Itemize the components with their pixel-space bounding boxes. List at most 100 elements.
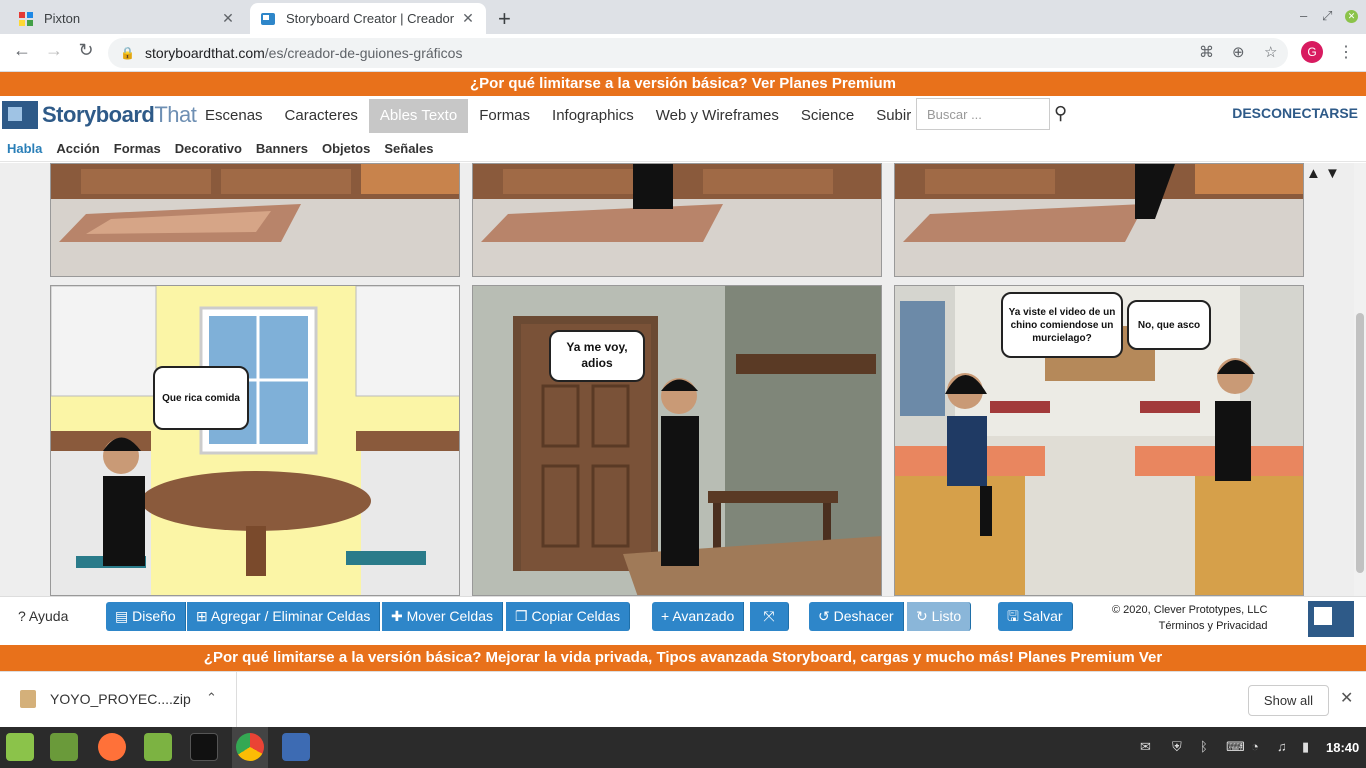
layout-icon: ▤ bbox=[115, 608, 129, 624]
move-cells-button[interactable]: ✚ Mover Celdas bbox=[382, 602, 503, 631]
profile-avatar[interactable]: G bbox=[1301, 41, 1323, 63]
subnav-decorativo[interactable]: Decorativo bbox=[175, 141, 242, 156]
teams-icon[interactable]: ✉ bbox=[1140, 739, 1151, 755]
nav-formas[interactable]: Formas bbox=[468, 99, 541, 133]
nav-escenas[interactable]: Escenas bbox=[194, 99, 274, 133]
show-desktop-icon[interactable] bbox=[50, 733, 78, 761]
browser-menu-icon[interactable]: ⋮ bbox=[1338, 42, 1354, 62]
storyboardthat-small-logo bbox=[1308, 601, 1354, 637]
divider bbox=[236, 672, 237, 728]
tab-close-icon[interactable]: ✕ bbox=[460, 10, 476, 27]
add-remove-cells-button[interactable]: ⊞ Agregar / Eliminar Celdas bbox=[187, 602, 381, 631]
search-icon[interactable]: ⚲ bbox=[1054, 103, 1067, 124]
nav-web-wireframes[interactable]: Web y Wireframes bbox=[645, 99, 790, 133]
speech-bubble[interactable]: No, que asco bbox=[1127, 300, 1211, 350]
logo-mark-icon bbox=[2, 101, 38, 129]
plus-icon: + bbox=[661, 608, 670, 624]
scrollbar-thumb[interactable] bbox=[1356, 313, 1364, 573]
wifi-icon[interactable]: ◔ bbox=[1251, 739, 1259, 754]
bookmark-star-icon[interactable]: ☆ bbox=[1264, 43, 1277, 61]
storyboardthat-logo[interactable]: StoryboardThat bbox=[2, 101, 197, 129]
storyboard-cell-door[interactable]: Ya me voy, adios bbox=[472, 285, 882, 596]
os-taskbar: ✉ ⛨ ᛒ ⌨ ◔ ♫ ▮ 18:40 bbox=[0, 727, 1366, 768]
cell-order-arrows[interactable]: ▲ ▼ bbox=[1306, 165, 1340, 182]
maximize-icon[interactable]: ⤢ bbox=[1322, 8, 1332, 24]
nav-ables-texto[interactable]: Ables Texto bbox=[368, 99, 469, 133]
storyboard-canvas[interactable]: Que rica comida Ya me voy, adios Ya vist… bbox=[0, 163, 1366, 596]
fullscreen-button[interactable]: ⤧ bbox=[750, 602, 789, 631]
minimize-icon[interactable]: – bbox=[1300, 8, 1307, 23]
nav-caracteres[interactable]: Caracteres bbox=[274, 99, 369, 133]
text-category-nav: Habla Acción Formas Decorativo Banners O… bbox=[0, 136, 1366, 162]
storyboard-cell-classroom[interactable]: Ya viste el video de un chino comiendose… bbox=[894, 285, 1304, 596]
premium-promo-banner[interactable]: ¿Por qué limitarse a la versión básica? … bbox=[0, 72, 1366, 96]
subnav-formas[interactable]: Formas bbox=[114, 141, 161, 156]
forward-icon[interactable]: → bbox=[42, 40, 66, 61]
undo-icon: ↺ bbox=[818, 608, 830, 624]
scene-classroom-floor bbox=[895, 164, 1303, 242]
nav-infographics[interactable]: Infographics bbox=[541, 99, 645, 133]
pixton-favicon-icon bbox=[19, 11, 33, 26]
chevron-up-icon[interactable]: ⌃ bbox=[206, 690, 217, 706]
zoom-icon[interactable]: ⊕ bbox=[1232, 43, 1245, 61]
vertical-scrollbar[interactable] bbox=[1354, 163, 1366, 596]
firefox-icon[interactable] bbox=[98, 733, 126, 761]
shield-icon[interactable]: ⛨ bbox=[1172, 739, 1182, 755]
address-bar[interactable]: 🔒 storyboardthat.com/es/creador-de-guion… bbox=[108, 38, 1288, 68]
reload-icon[interactable]: ↻ bbox=[74, 40, 98, 61]
input-icon[interactable]: ⌨ bbox=[1226, 739, 1245, 755]
speech-bubble[interactable]: Que rica comida bbox=[153, 366, 249, 430]
layout-button[interactable]: ▤ Diseño bbox=[106, 602, 186, 631]
sound-icon[interactable]: ♫ bbox=[1277, 739, 1287, 754]
subnav-banners[interactable]: Banners bbox=[256, 141, 308, 156]
storyboard-cell[interactable] bbox=[472, 163, 882, 277]
copy-cells-button[interactable]: ❐ Copiar Celdas bbox=[506, 602, 631, 631]
terms-link[interactable]: Términos y Privacidad bbox=[1112, 618, 1268, 634]
camera-app-icon[interactable] bbox=[282, 733, 310, 761]
question-icon: ? bbox=[18, 608, 26, 624]
chrome-icon[interactable] bbox=[236, 733, 264, 761]
tab-close-icon[interactable]: ✕ bbox=[220, 10, 236, 27]
speech-bubble[interactable]: Ya me voy, adios bbox=[549, 330, 645, 382]
redo-icon: ↻ bbox=[916, 608, 928, 624]
scene-classroom-floor bbox=[473, 164, 881, 242]
help-link[interactable]: ? Ayuda bbox=[18, 608, 68, 624]
close-icon[interactable]: ✕ bbox=[1340, 688, 1353, 708]
battery-icon[interactable]: ▮ bbox=[1302, 739, 1309, 755]
download-shelf: YOYO_PROYEC....zip ⌃ Show all ✕ bbox=[0, 671, 1366, 728]
subnav-objetos[interactable]: Objetos bbox=[322, 141, 370, 156]
speech-bubble[interactable]: Ya viste el video de un chino comiendose… bbox=[1001, 292, 1123, 358]
translate-icon[interactable]: ⌘ bbox=[1199, 43, 1214, 61]
undo-button[interactable]: ↺ Deshacer bbox=[809, 602, 904, 631]
mint-menu-icon[interactable] bbox=[6, 733, 34, 761]
terminal-icon[interactable] bbox=[190, 733, 218, 761]
premium-promo-footer[interactable]: ¿Por qué limitarse a la versión básica? … bbox=[0, 645, 1366, 671]
download-item[interactable]: YOYO_PROYEC....zip bbox=[20, 690, 191, 708]
tab-storyboard[interactable]: Storyboard Creator | Creador ✕ bbox=[250, 3, 486, 34]
redo-button[interactable]: ↻ Listo bbox=[907, 602, 972, 631]
close-window-icon[interactable]: ✕ bbox=[1345, 10, 1358, 23]
subnav-accion[interactable]: Acción bbox=[56, 141, 99, 156]
advanced-button[interactable]: + Avanzado bbox=[652, 602, 745, 631]
show-all-button[interactable]: Show all bbox=[1248, 685, 1329, 716]
nav-subir[interactable]: Subir bbox=[865, 99, 922, 133]
bluetooth-icon[interactable]: ᛒ bbox=[1200, 739, 1208, 754]
files-icon[interactable] bbox=[144, 733, 172, 761]
subnav-habla[interactable]: Habla bbox=[7, 141, 42, 156]
clock[interactable]: 18:40 bbox=[1326, 740, 1359, 755]
storyboard-cell[interactable] bbox=[894, 163, 1304, 277]
back-icon[interactable]: ← bbox=[10, 40, 34, 61]
save-button[interactable]: 🖫 Salvar bbox=[998, 602, 1073, 631]
search-input[interactable]: Buscar ... bbox=[916, 98, 1050, 130]
copyright-text: © 2020, Clever Prototypes, LLC bbox=[1112, 604, 1268, 616]
subnav-senales[interactable]: Señales bbox=[384, 141, 433, 156]
browser-toolbar: ← → ↻ 🔒 storyboardthat.com/es/creador-de… bbox=[0, 34, 1366, 72]
tab-pixton[interactable]: Pixton ✕ bbox=[8, 3, 246, 34]
logout-link[interactable]: DESCONECTARSE bbox=[1232, 105, 1358, 121]
storyboard-cell[interactable] bbox=[50, 163, 460, 277]
copyright-block: © 2020, Clever Prototypes, LLC Términos … bbox=[1112, 602, 1267, 634]
nav-science[interactable]: Science bbox=[790, 99, 865, 133]
storyboard-cell-kitchen[interactable]: Que rica comida bbox=[50, 285, 460, 596]
new-tab-button[interactable]: + bbox=[498, 6, 511, 32]
scene-classroom-floor bbox=[51, 164, 459, 242]
